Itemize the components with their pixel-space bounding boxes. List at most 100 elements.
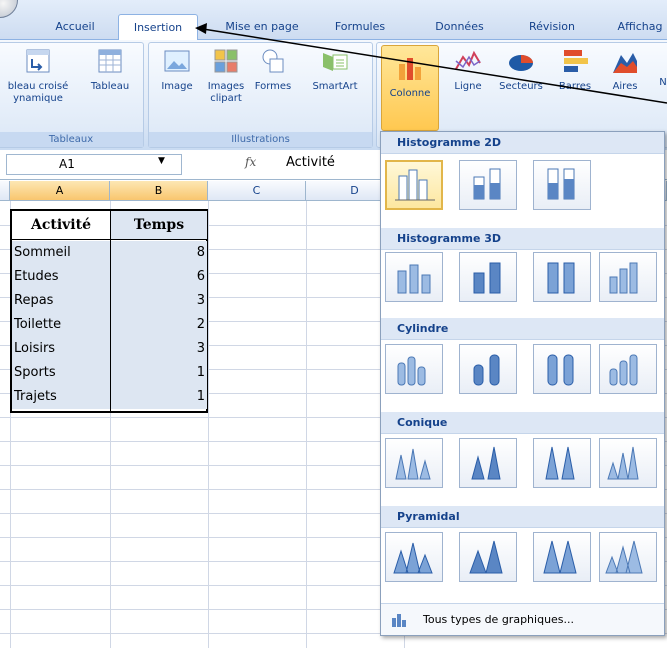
cell-activity[interactable]: Sommeil [12, 241, 110, 265]
header-temps[interactable]: Temps [111, 211, 207, 239]
chart-option-cone-3[interactable] [533, 438, 591, 488]
chart-option-cone-4[interactable] [599, 438, 657, 488]
col-header-b[interactable]: B [110, 181, 208, 201]
tab-donnees[interactable]: Données [422, 14, 497, 40]
tab-affichage[interactable]: Affichag [605, 14, 667, 40]
tab-insertion[interactable]: Insertion [118, 14, 198, 40]
chart-option-2d-clustered[interactable] [385, 160, 443, 210]
cone-icon [607, 446, 639, 480]
cell-time[interactable]: 8 [111, 241, 207, 265]
chart-option-pyr-1[interactable] [385, 532, 443, 582]
namebox-dropdown-icon[interactable]: ▼ [158, 156, 165, 166]
tab-mise-en-page[interactable]: Mise en page [212, 14, 312, 40]
stacked-column-icon [473, 168, 501, 200]
chart-option-cyl-3[interactable] [533, 344, 591, 394]
shapes-icon [262, 49, 284, 73]
chart-option-cyl-2[interactable] [459, 344, 517, 394]
colonne-button[interactable]: Colonne [381, 45, 439, 131]
pivot-table-button[interactable]: bleau croisé ynamique [3, 47, 73, 105]
name-box[interactable]: A1 [6, 154, 182, 175]
smartart-button[interactable]: SmartArt [307, 47, 363, 93]
cell-activity[interactable]: Etudes [12, 265, 110, 289]
group-tableaux-title: Tableaux [0, 132, 143, 147]
cell-time[interactable]: 3 [111, 289, 207, 313]
chart-option-cyl-4[interactable] [599, 344, 657, 394]
cell-activity[interactable]: Sports [12, 361, 110, 385]
fx-icon[interactable]: fx [245, 155, 256, 169]
image-button[interactable]: Image [157, 47, 197, 93]
chart-option-3d-1[interactable] [385, 252, 443, 302]
cell-time[interactable]: 6 [111, 265, 207, 289]
chart-option-2d-stacked[interactable] [459, 160, 517, 210]
section-histogramme-2d: Histogramme 2D [381, 132, 664, 154]
chart-option-pyr-2[interactable] [459, 532, 517, 582]
cell-activity[interactable]: Repas [12, 289, 110, 313]
cone-icon [471, 446, 501, 480]
clustered-column-icon [395, 169, 435, 201]
col-header-c[interactable]: C [208, 181, 306, 201]
clipart-icon [214, 49, 238, 73]
chart-option-pyr-3[interactable] [533, 532, 591, 582]
chart-option-3d-4[interactable] [599, 252, 657, 302]
office-button[interactable] [0, 0, 18, 18]
secteurs-label: Secteurs [499, 81, 543, 92]
pivot-label-2: ynamique [13, 93, 63, 104]
all-charts-icon [392, 614, 406, 627]
pyramid-icon [393, 542, 433, 574]
column-3d-icon [473, 262, 501, 294]
cell-time[interactable]: 2 [111, 313, 207, 337]
cylinder-icon [547, 354, 574, 386]
pivot-table-icon [26, 49, 50, 73]
aires-label: Aires [612, 81, 638, 92]
all-chart-types-link[interactable]: Tous types de graphiques... [381, 603, 664, 635]
cell-activity[interactable]: Toilette [12, 313, 110, 337]
tab-revision[interactable]: Révision [512, 14, 592, 40]
tab-accueil[interactable]: Accueil [40, 14, 110, 40]
percent-column-icon [547, 168, 575, 200]
table-button[interactable]: Tableau [85, 47, 135, 93]
chart-option-cone-1[interactable] [385, 438, 443, 488]
shapes-label: Formes [254, 81, 292, 92]
pyramid-icon [469, 540, 503, 574]
line-chart-icon [455, 50, 481, 70]
group-illustrations-title: Illustrations [149, 132, 372, 147]
cone-icon [395, 448, 431, 480]
cell-activity[interactable]: Loisirs [12, 337, 110, 361]
clipart-label-1: Images [207, 81, 245, 92]
pyramid-icon [605, 540, 643, 574]
ligne-label: Ligne [454, 81, 482, 92]
section-cylindre: Cylindre [381, 318, 664, 340]
chart-option-pyr-4[interactable] [599, 532, 657, 582]
clipart-button[interactable]: Images clipart [205, 47, 247, 105]
shapes-button[interactable]: Formes [253, 47, 293, 93]
aires-button[interactable]: Aires [605, 47, 645, 93]
column-chart-dropdown: Histogramme 2D Histogramme 3D Cylindre C… [380, 131, 665, 636]
more-charts-button[interactable]: N [657, 47, 667, 89]
formula-input[interactable]: Activité [286, 155, 335, 170]
ligne-button[interactable]: Ligne [447, 47, 489, 93]
cell-time[interactable]: 1 [111, 385, 207, 409]
image-icon [164, 50, 190, 72]
header-activite[interactable]: Activité [12, 211, 110, 239]
column-3d-icon [397, 264, 431, 294]
cell-time[interactable]: 1 [111, 361, 207, 385]
table-icon [98, 49, 122, 73]
chart-option-3d-2[interactable] [459, 252, 517, 302]
chart-option-cone-2[interactable] [459, 438, 517, 488]
chart-option-2d-100[interactable] [533, 160, 591, 210]
barres-button[interactable]: Barres [553, 47, 597, 93]
cell-time[interactable]: 3 [111, 337, 207, 361]
tab-formules[interactable]: Formules [320, 14, 400, 40]
secteurs-button[interactable]: Secteurs [495, 47, 547, 93]
col-header-a[interactable]: A [10, 181, 110, 201]
group-illustrations: Image Images clipart Formes SmartArt Ill… [148, 42, 373, 148]
data-table: Activité Temps Sommeil 8 Etudes 6 Repas … [10, 209, 208, 413]
group-tableaux: bleau croisé ynamique Tableau Tableaux [0, 42, 144, 148]
cell-activity[interactable]: Trajets [12, 385, 110, 409]
ribbon-tab-bar: Accueil Insertion Mise en page Formules … [0, 0, 667, 40]
chart-option-cyl-1[interactable] [385, 344, 443, 394]
bar-chart-icon [564, 50, 588, 72]
chart-option-3d-3[interactable] [533, 252, 591, 302]
smartart-label: SmartArt [312, 81, 358, 92]
corner-cell[interactable] [0, 181, 10, 201]
